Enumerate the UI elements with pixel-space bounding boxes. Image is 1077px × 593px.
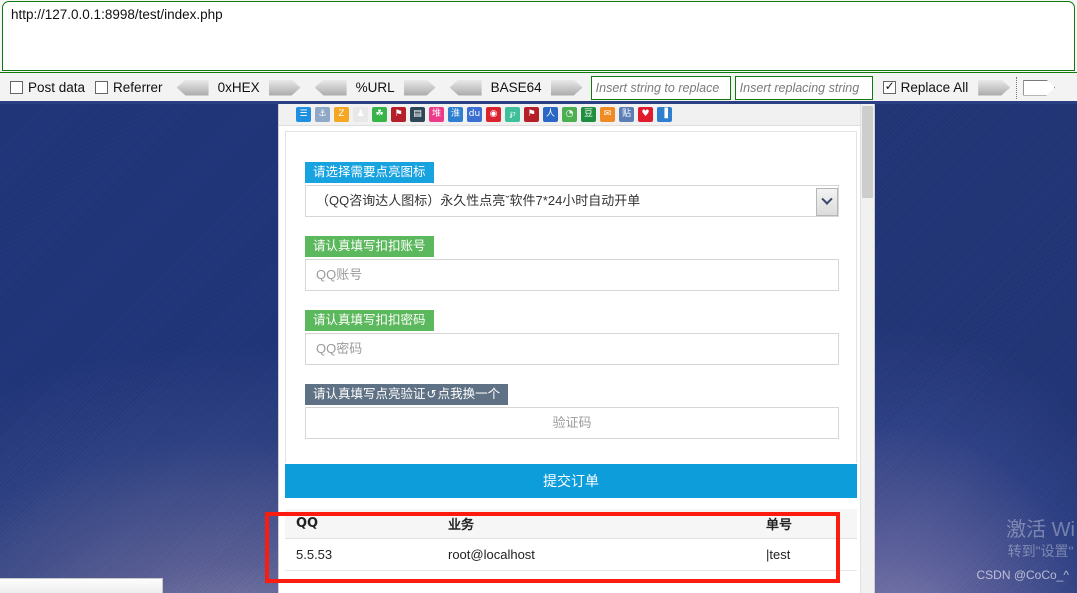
orders-table: QQ 业务 单号 5.5.53 root@localhost |test — [285, 509, 857, 571]
page-scrollbar-thumb[interactable] — [862, 106, 873, 198]
bookmark-icon-15[interactable]: ◔ — [562, 107, 577, 122]
order-form-card: 请选择需要点亮图标 （QQ咨询达人图标）永久性点亮ˇ软件7*24小时自动开单 请… — [285, 131, 857, 463]
captcha-input[interactable]: 验证码 — [305, 407, 839, 439]
table-row[interactable]: 5.5.53 root@localhost |test — [285, 539, 857, 571]
url-textarea[interactable]: http://127.0.0.1:8998/test/index.php — [2, 1, 1075, 71]
submit-order-label: 提交订单 — [543, 474, 599, 490]
submit-order-button[interactable]: 提交订单 — [285, 464, 857, 498]
bookmark-icon-14[interactable]: 人 — [543, 107, 558, 122]
post-data-label: Post data — [28, 80, 86, 95]
http-tool-panel: http://127.0.0.1:8998/test/index.php Pos… — [0, 0, 1077, 104]
referrer-checkbox[interactable]: Referrer — [95, 80, 163, 95]
password-input[interactable]: QQ密码 — [305, 333, 839, 365]
account-input[interactable]: QQ账号 — [305, 259, 839, 291]
screen: http://127.0.0.1:8998/test/index.php Pos… — [0, 0, 1077, 593]
captcha-label-group: 请认真填写点亮验证↺点我换一个 — [305, 384, 509, 405]
url-text: http://127.0.0.1:8998/test/index.php — [11, 7, 223, 22]
base64-encoder-group: BASE64 — [449, 79, 583, 96]
icon-select[interactable]: （QQ咨询达人图标）永久性点亮ˇ软件7*24小时自动开单 — [305, 185, 839, 217]
captcha-refresh-label[interactable]: 点我换一个 — [438, 386, 501, 401]
bookmarks-bar: ☰ ⚓ Z ♟ ☘ ⚑ ▤ 堆淮 du ◉ ℘ ⚑ 人 ◔ 豆 ✉ 贴 ♥ ▐ — [279, 104, 874, 126]
account-field: 请认真填写扣扣账号 QQ账号 — [305, 236, 839, 291]
base64-label: BASE64 — [490, 80, 542, 95]
table-header-qq: QQ — [296, 516, 319, 531]
bookmark-icon-7[interactable]: ▤ — [410, 107, 425, 122]
bookmark-icon-20[interactable]: ▐ — [657, 107, 672, 122]
url-encoder-group: %URL — [314, 79, 436, 96]
captcha-label: 请认真填写点亮验证 — [313, 386, 426, 401]
tool-options-toolbar: Post data Referrer 0xHEX %URL BASE64 Ins… — [0, 72, 1077, 102]
replace-apply-arrow-icon[interactable] — [978, 79, 1011, 96]
captcha-field: 请认真填写点亮验证↺点我换一个 验证码 — [305, 384, 839, 439]
bookmark-icon-8[interactable]: 堆 — [429, 107, 444, 122]
url-decode-arrow-icon[interactable] — [314, 79, 347, 96]
bookmark-icon-10[interactable]: du — [467, 107, 482, 122]
referrer-checkbox-box[interactable] — [95, 81, 109, 94]
replace-apply-group — [978, 76, 1056, 99]
bookmark-icon-9[interactable]: 淮 — [448, 107, 463, 122]
bookmark-icon-4[interactable]: ♟ — [353, 107, 368, 122]
base64-decode-arrow-icon[interactable] — [449, 79, 482, 96]
table-header-service: 业务 — [448, 518, 475, 533]
replace-all-checkbox[interactable]: Replace All — [882, 79, 969, 95]
hex-encode-arrow-icon[interactable] — [268, 79, 301, 96]
bookmark-icon-19[interactable]: ♥ — [638, 107, 653, 122]
url-label: %URL — [355, 80, 395, 95]
replace-find-input[interactable]: Insert string to replace — [590, 75, 731, 100]
bookmark-icon-12[interactable]: ℘ — [505, 107, 520, 122]
cell-orderno: |test — [766, 547, 791, 562]
url-encode-arrow-icon[interactable] — [403, 79, 436, 96]
password-label: 请认真填写扣扣密码 — [305, 310, 434, 331]
background-window-edge[interactable] — [0, 578, 163, 593]
icon-select-label: 请选择需要点亮图标 — [305, 162, 434, 183]
replace-all-checkbox-box[interactable] — [882, 79, 896, 94]
bookmark-icon-2[interactable]: ⚓ — [315, 107, 330, 122]
bookmark-icon-5[interactable]: ☘ — [372, 107, 387, 122]
icon-select-field: 请选择需要点亮图标 （QQ咨询达人图标）永久性点亮ˇ软件7*24小时自动开单 — [305, 162, 839, 217]
bookmark-icon-16[interactable]: 豆 — [581, 107, 596, 122]
referrer-label: Referrer — [113, 80, 163, 95]
bookmark-icon-17[interactable]: ✉ — [600, 107, 615, 122]
bookmark-icon-3[interactable]: Z — [334, 107, 349, 122]
cell-qq: 5.5.53 — [296, 547, 333, 562]
replace-all-label: Replace All — [900, 80, 969, 95]
refresh-icon[interactable]: ↺ — [427, 387, 437, 401]
toolbar-divider — [1016, 76, 1018, 99]
table-header-orderno: 单号 — [766, 518, 793, 533]
replace-undo-arrow-icon[interactable] — [1023, 79, 1056, 96]
web-page-content: 请选择需要点亮图标 （QQ咨询达人图标）永久性点亮ˇ软件7*24小时自动开单 请… — [279, 126, 862, 593]
icon-select-wrap[interactable]: （QQ咨询达人图标）永久性点亮ˇ软件7*24小时自动开单 — [305, 185, 839, 217]
account-label: 请认真填写扣扣账号 — [305, 236, 434, 257]
bookmark-icon-6[interactable]: ⚑ — [391, 107, 406, 122]
desktop-wallpaper-right — [874, 104, 1077, 593]
table-header-row: QQ 业务 单号 — [285, 509, 857, 539]
base64-encode-arrow-icon[interactable] — [550, 79, 583, 96]
hex-decode-arrow-icon[interactable] — [176, 79, 209, 96]
post-data-checkbox-box[interactable] — [10, 81, 23, 94]
bookmark-icon-11[interactable]: ◉ — [486, 107, 501, 122]
browser-window: ☰ ⚓ Z ♟ ☘ ⚑ ▤ 堆淮 du ◉ ℘ ⚑ 人 ◔ 豆 ✉ 贴 ♥ ▐ 请选择需要点亮图标 （QQ咨询达人图… — [278, 104, 875, 593]
hex-encoder-group: 0xHEX — [176, 79, 301, 96]
bookmark-icon-1[interactable]: ☰ — [296, 107, 311, 122]
cell-service: root@localhost — [448, 547, 535, 562]
bookmark-icon-18[interactable]: 贴 — [619, 107, 634, 122]
page-scrollbar[interactable] — [860, 104, 874, 593]
hex-label: 0xHEX — [217, 80, 260, 95]
post-data-checkbox[interactable]: Post data — [10, 80, 85, 95]
replace-with-input[interactable]: Insert replacing string — [734, 75, 873, 100]
bookmark-icon-13[interactable]: ⚑ — [524, 107, 539, 122]
chevron-down-icon[interactable] — [816, 188, 838, 216]
password-field: 请认真填写扣扣密码 QQ密码 — [305, 310, 839, 365]
